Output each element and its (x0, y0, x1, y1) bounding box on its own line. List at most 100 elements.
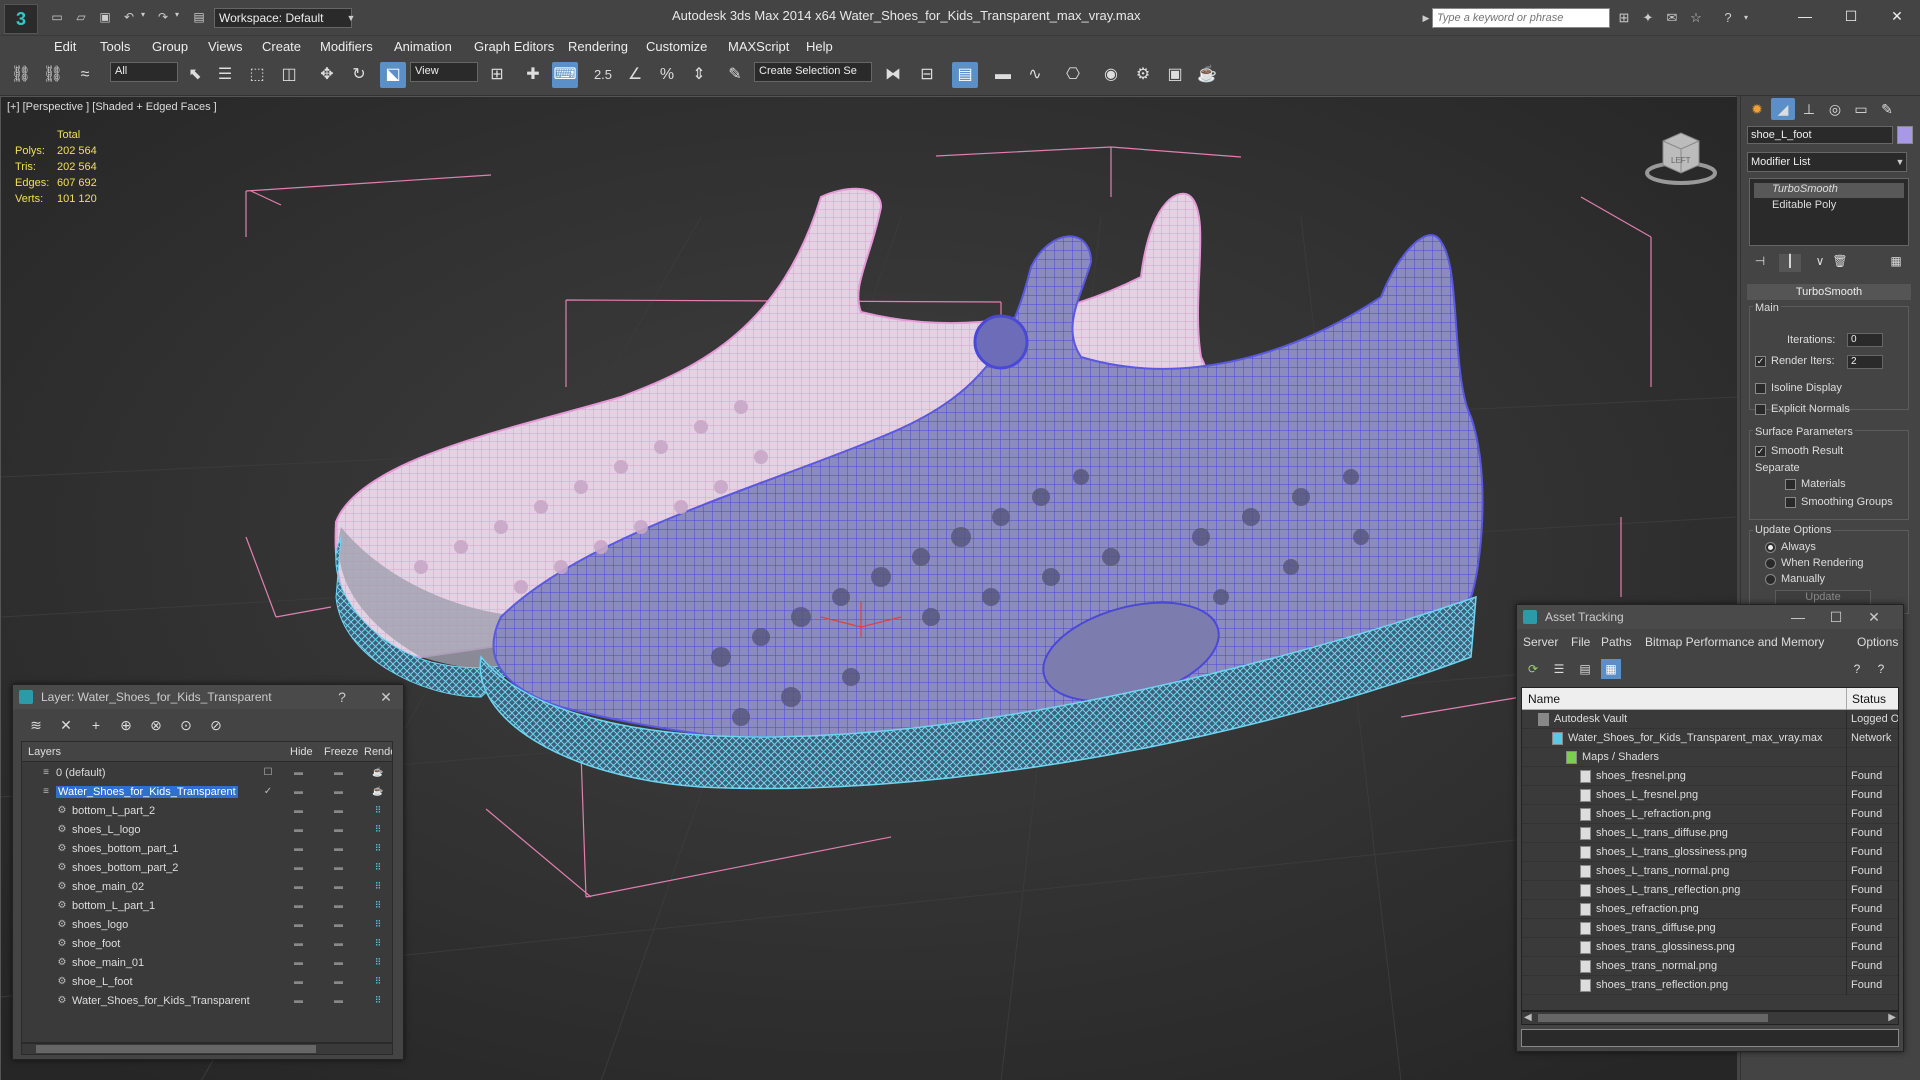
asset-row[interactable]: shoes_trans_reflection.png Found (1522, 976, 1898, 995)
asset-close-button[interactable]: ✕ (1863, 607, 1885, 627)
materials-checkbox[interactable] (1785, 479, 1796, 490)
freeze-toggle[interactable]: ▬ (334, 843, 343, 853)
hide-all-icon[interactable]: ⊘ (205, 715, 227, 735)
scale-icon[interactable]: ⬕ (380, 62, 406, 88)
hide-toggle[interactable]: ▬ (294, 976, 303, 986)
asset-row[interactable]: Maps / Shaders (1522, 748, 1898, 767)
asset-row[interactable]: shoes_trans_diffuse.png Found (1522, 919, 1898, 938)
scrollbar-thumb[interactable] (36, 1045, 316, 1053)
render-toggle-icon[interactable]: ☕ (372, 786, 384, 798)
graphite-ribbon-icon[interactable]: ▬ (990, 62, 1016, 88)
render-toggle-icon[interactable]: ⠿ (372, 881, 384, 893)
layer-row[interactable]: ⚙ shoes_logo ▬ ▬ ⠿ (22, 916, 392, 935)
render-iters-spinner[interactable]: 2 (1847, 355, 1883, 369)
rotate-icon[interactable]: ↻ (346, 62, 372, 88)
scrollbar-thumb[interactable] (1538, 1014, 1768, 1022)
smoothing-groups-checkbox[interactable] (1785, 497, 1796, 508)
window-crossing-icon[interactable]: ◫ (276, 62, 302, 88)
refresh-icon[interactable]: ⟳ (1523, 659, 1543, 679)
hide-toggle[interactable]: ▬ (294, 843, 303, 853)
utilities-tab-icon[interactable]: ✎ (1875, 98, 1899, 120)
minimize-button[interactable]: — (1790, 6, 1820, 26)
freeze-toggle[interactable]: ▬ (334, 881, 343, 891)
create-tab-icon[interactable]: ✹ (1745, 98, 1769, 120)
menu-edit[interactable]: Edit (54, 39, 76, 54)
asset-row[interactable]: Water_Shoes_for_Kids_Transparent_max_vra… (1522, 729, 1898, 748)
explicit-normals-checkbox[interactable] (1755, 404, 1766, 415)
asset-row[interactable]: shoes_L_trans_diffuse.png Found (1522, 824, 1898, 843)
spinner-snap-icon[interactable]: ⇕ (686, 62, 712, 88)
help-dropdown-icon[interactable]: ▾ (1738, 10, 1754, 26)
create-layer-icon[interactable]: + (85, 715, 107, 735)
object-name-field[interactable]: shoe_L_foot (1747, 126, 1893, 144)
freeze-toggle[interactable]: ▬ (334, 976, 343, 986)
search-input[interactable] (1432, 8, 1610, 28)
turbosmooth-rollout-header[interactable]: TurboSmooth (1747, 284, 1911, 300)
asset-menu-server[interactable]: Server (1523, 635, 1558, 649)
keyboard-shortcut-override-icon[interactable]: ⌨ (552, 62, 578, 88)
redo-dropdown-icon[interactable]: ▾ (172, 10, 182, 26)
always-radio[interactable] (1765, 542, 1776, 553)
hide-toggle[interactable]: ▬ (294, 862, 303, 872)
curve-editor-icon[interactable]: ∿ (1022, 62, 1048, 88)
undo-dropdown-icon[interactable]: ▾ (138, 10, 148, 26)
asset-row[interactable]: shoes_fresnel.png Found (1522, 767, 1898, 786)
layer-manager-icon[interactable]: ▤ (952, 62, 978, 88)
layer-row[interactable]: ⚙ shoe_main_01 ▬ ▬ ⠿ (22, 954, 392, 973)
pivot-center-icon[interactable]: ⊞ (484, 62, 510, 88)
object-color-swatch[interactable] (1897, 126, 1913, 144)
asset-menu-file[interactable]: File (1571, 635, 1590, 649)
asset-row[interactable]: shoes_L_trans_glossiness.png Found (1522, 843, 1898, 862)
layer-row[interactable]: ≡ 0 (default) ▬ ▬ ☕ ☐ (22, 764, 392, 783)
hide-toggle[interactable]: ▬ (294, 786, 303, 796)
render-iters-checkbox[interactable]: ✓ (1755, 356, 1766, 367)
asset-row[interactable]: shoes_L_fresnel.png Found (1522, 786, 1898, 805)
detail-view-icon[interactable]: ▤ (1575, 659, 1595, 679)
move-icon[interactable]: ✥ (314, 62, 340, 88)
redo-icon[interactable]: ↷ (154, 10, 172, 26)
layer-row[interactable]: ⚙ shoes_L_logo ▬ ▬ ⠿ (22, 821, 392, 840)
col-name[interactable]: Name (1528, 692, 1560, 706)
col-status[interactable]: Status (1852, 692, 1886, 706)
layers-icon[interactable]: ≋ (25, 715, 47, 735)
asset-row[interactable]: shoes_L_refraction.png Found (1522, 805, 1898, 824)
col-render[interactable]: Render (364, 746, 392, 758)
render-toggle-icon[interactable]: ⠿ (372, 957, 384, 969)
render-toggle-icon[interactable]: ⠿ (372, 862, 384, 874)
isoline-display-checkbox[interactable] (1755, 383, 1766, 394)
maximize-button[interactable]: ☐ (1836, 6, 1866, 26)
rendered-frame-icon[interactable]: ▣ (1162, 62, 1188, 88)
asset-horizontal-scrollbar[interactable]: ◀ ▶ (1521, 1011, 1899, 1025)
modify-tab-icon[interactable]: ◢ (1771, 98, 1795, 120)
asset-row[interactable]: shoes_trans_normal.png Found (1522, 957, 1898, 976)
undo-icon[interactable]: ↶ (120, 10, 138, 26)
render-toggle-icon[interactable]: ⠿ (372, 805, 384, 817)
rectangular-region-icon[interactable]: ⬚ (244, 62, 270, 88)
help-icon[interactable]: ? (1847, 659, 1867, 679)
col-layers[interactable]: Layers (28, 746, 61, 758)
render-toggle-icon[interactable]: ⠿ (372, 843, 384, 855)
current-layer-checkbox[interactable]: ☐ (262, 767, 274, 779)
col-hide[interactable]: Hide (290, 746, 313, 758)
delete-layer-icon[interactable]: ✕ (55, 715, 77, 735)
menu-modifiers[interactable]: Modifiers (320, 39, 373, 54)
chevron-down-icon[interactable]: ▼ (1893, 153, 1907, 171)
select-by-name-icon[interactable]: ☰ (212, 62, 238, 88)
when-rendering-radio[interactable] (1765, 558, 1776, 569)
project-folder-icon[interactable]: ▤ (190, 10, 208, 26)
asset-row[interactable]: Autodesk Vault Logged O (1522, 710, 1898, 729)
smooth-result-checkbox[interactable]: ✓ (1755, 446, 1766, 457)
render-toggle-icon[interactable]: ⠿ (372, 824, 384, 836)
asset-row[interactable]: shoes_trans_glossiness.png Found (1522, 938, 1898, 957)
stack-item-turbosmooth[interactable]: TurboSmooth (1754, 183, 1904, 198)
material-editor-icon[interactable]: ◉ (1098, 62, 1124, 88)
select-in-layer-icon[interactable]: ⊗ (145, 715, 167, 735)
hide-toggle[interactable]: ▬ (294, 824, 303, 834)
freeze-toggle[interactable]: ▬ (334, 862, 343, 872)
subscription-icon[interactable]: ✦ (1640, 10, 1656, 26)
select-object-icon[interactable]: ⬉ (182, 62, 208, 88)
iterations-spinner[interactable]: 0 (1847, 333, 1883, 347)
asset-path-field[interactable] (1521, 1029, 1899, 1047)
layer-row[interactable]: ⚙ shoe_L_foot ▬ ▬ ⠿ (22, 973, 392, 992)
freeze-toggle[interactable]: ▬ (334, 767, 343, 777)
